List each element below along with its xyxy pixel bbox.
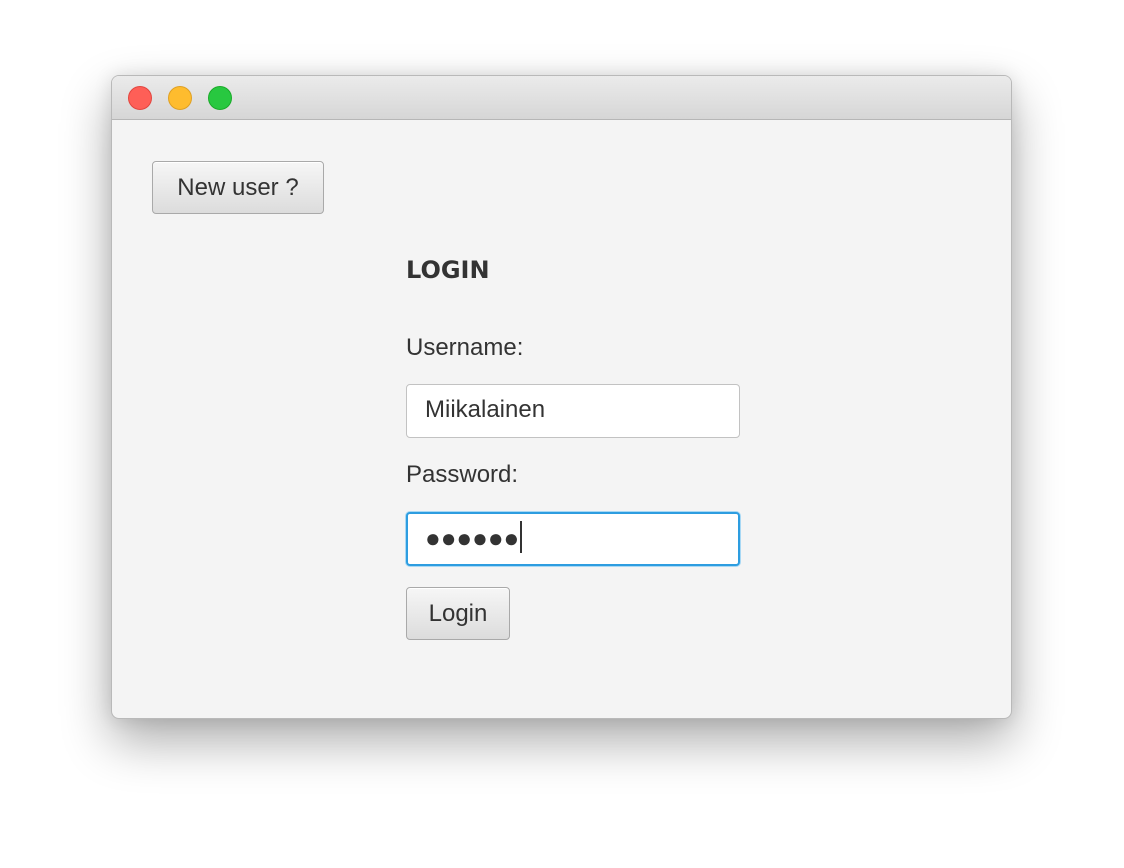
password-label: Password: [406,461,519,488]
minimize-button[interactable] [168,86,192,110]
username-field[interactable]: Miikalainen [406,384,740,438]
login-title: LOGIN [406,256,490,284]
zoom-button[interactable] [208,86,232,110]
username-value: Miikalainen [425,396,546,423]
title-bar[interactable] [112,76,1011,120]
new-user-button[interactable]: New user ? [152,161,324,214]
password-field[interactable]: ●●●●●● [406,512,740,566]
close-button[interactable] [128,86,152,110]
password-masked-value: ●●●●●● [425,523,520,553]
username-label: Username: [406,334,524,361]
login-button[interactable]: Login [406,587,510,640]
login-window: New user ? LOGIN Username: Miikalainen P… [111,75,1012,719]
text-caret [520,520,523,553]
